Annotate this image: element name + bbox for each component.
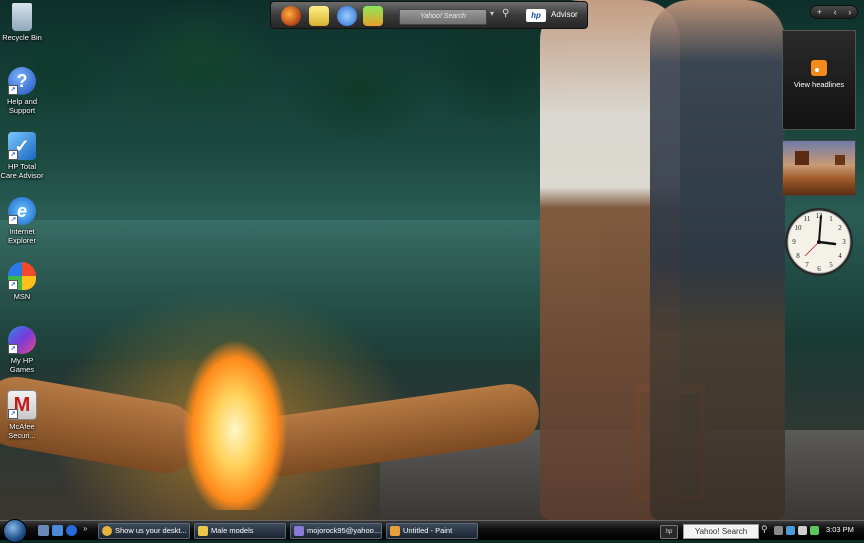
clock-gadget[interactable]: 12 12 345 678 91011 [783, 206, 855, 278]
desktop-icon-label: Internet Explorer [8, 227, 36, 245]
msn-butterfly-icon: ↗ [8, 262, 36, 290]
taskbar-task-show-us-desktop[interactable]: Show us your deskt... [98, 523, 190, 539]
desktop-icon-label: Recycle Bin [2, 33, 42, 42]
svg-text:2: 2 [838, 224, 842, 232]
shortcut-arrow-icon: ↗ [8, 215, 18, 225]
sidebar-prev-button[interactable]: ‹ [834, 7, 837, 17]
desktop-icon-label: MSN [13, 292, 31, 301]
slideshow-mesa [835, 155, 845, 165]
svg-text:3: 3 [842, 238, 846, 246]
desktop-icon-label: HP Total Care Advisor [0, 162, 44, 180]
toolbar-shopping-icon[interactable] [363, 6, 383, 26]
tray-show-hidden-icon[interactable] [774, 526, 783, 535]
start-button-windows-icon[interactable] [3, 519, 27, 543]
recycle-bin-icon [12, 3, 32, 31]
feed-headlines-gadget[interactable]: View headlines [782, 30, 856, 130]
desktop-icon-internet-explorer[interactable]: e ↗ Internet Explorer [0, 197, 44, 245]
search-dropdown-arrow-icon[interactable]: ▾ [490, 9, 494, 18]
hp-logo-icon[interactable]: hp [526, 9, 546, 22]
desktop-icon-recycle-bin[interactable]: Recycle Bin [0, 3, 44, 42]
couple-boy [650, 0, 785, 520]
task-label: Male models [211, 526, 254, 535]
quicklaunch-desktop-icon[interactable] [38, 525, 49, 536]
desktop-icon-hp-total-care-advisor[interactable]: ✓ ↗ HP Total Care Advisor [0, 132, 44, 180]
quicklaunch-switch-windows-icon[interactable] [52, 525, 63, 536]
task-label: Show us your deskt... [115, 526, 187, 535]
hp-advisor-icon: ✓ ↗ [8, 132, 36, 160]
desktop-icon-label: My HP Games [9, 356, 35, 374]
shortcut-arrow-icon: ↗ [8, 280, 18, 290]
tray-search-magnifier-icon[interactable]: ⚲ [761, 524, 768, 535]
shortcut-arrow-icon: ↗ [8, 409, 18, 419]
desktop-icon-label: McAfee Securi... [8, 422, 36, 440]
svg-text:1: 1 [829, 215, 833, 223]
forest-background [0, 0, 620, 240]
desktop-icon-label: Help and Support [6, 97, 38, 115]
task-label: mojorock95@yahoo.... [307, 526, 382, 535]
task-label: Untitled - Paint [403, 526, 453, 535]
svg-text:10: 10 [795, 224, 803, 232]
toolbar-search-input[interactable]: Yahoo! Search [399, 9, 487, 25]
mcafee-icon: M ↗ [7, 390, 37, 420]
toolbar-notes-icon[interactable] [309, 6, 329, 26]
desktop-icon-help-and-support[interactable]: ? ↗ Help and Support [0, 67, 44, 115]
advisor-label[interactable]: Advisor [551, 10, 578, 19]
svg-text:5: 5 [829, 261, 833, 269]
svg-text:11: 11 [804, 215, 811, 223]
slideshow-mesa [795, 151, 809, 165]
sidebar-controls: + ‹ › [810, 5, 858, 19]
svg-text:4: 4 [838, 252, 842, 260]
tray-battery-icon[interactable] [810, 526, 819, 535]
taskbar: » Show us your deskt... Male models mojo… [0, 519, 864, 543]
help-icon: ? ↗ [8, 67, 36, 95]
feed-headlines-label: View headlines [793, 80, 845, 89]
taskbar-task-paint[interactable]: Untitled - Paint [386, 523, 478, 539]
firefox-icon [102, 526, 112, 536]
messenger-icon [294, 526, 304, 536]
svg-text:7: 7 [805, 261, 809, 269]
desktop-icon-mcafee[interactable]: M ↗ McAfee Securi... [0, 390, 44, 440]
desktop-wallpaper [0, 0, 864, 520]
quicklaunch-overflow-icon[interactable]: » [83, 524, 87, 533]
search-magnifier-icon[interactable]: ⚲ [502, 8, 509, 19]
shortcut-arrow-icon: ↗ [8, 344, 18, 354]
rss-icon [811, 60, 827, 76]
svg-text:8: 8 [796, 252, 800, 260]
desktop-icon-my-hp-games[interactable]: ↗ My HP Games [0, 326, 44, 374]
tray-yahoo-search-input[interactable]: Yahoo! Search [683, 524, 759, 539]
svg-text:9: 9 [792, 238, 796, 246]
tray-network-icon[interactable] [786, 526, 795, 535]
folder-icon [198, 526, 208, 536]
svg-text:6: 6 [817, 265, 821, 273]
shortcut-arrow-icon: ↗ [8, 150, 18, 160]
tray-hp-icon[interactable]: hp [660, 525, 678, 539]
toolbar-help-icon[interactable] [337, 6, 357, 26]
sidebar-add-gadget-button[interactable]: + [817, 7, 822, 17]
shortcut-arrow-icon: ↗ [8, 85, 18, 95]
paint-icon [390, 526, 400, 536]
hp-games-icon: ↗ [8, 326, 36, 354]
toolbar-browser-icon[interactable] [281, 6, 301, 26]
tray-volume-icon[interactable] [798, 526, 807, 535]
desktop-icon-msn[interactable]: ↗ MSN [0, 262, 44, 301]
sidebar-next-button[interactable]: › [848, 7, 851, 17]
ie-icon: e ↗ [8, 197, 36, 225]
taskbar-task-yahoo-mail[interactable]: mojorock95@yahoo.... [290, 523, 382, 539]
quicklaunch-ie-icon[interactable] [66, 525, 77, 536]
taskbar-task-male-models[interactable]: Male models [194, 523, 286, 539]
hp-quick-toolbar: Yahoo! Search ▾ ⚲ hp Advisor [270, 1, 588, 29]
campfire [150, 290, 320, 510]
slideshow-gadget[interactable] [782, 140, 856, 196]
taskbar-clock[interactable]: 3:03 PM [826, 525, 854, 534]
